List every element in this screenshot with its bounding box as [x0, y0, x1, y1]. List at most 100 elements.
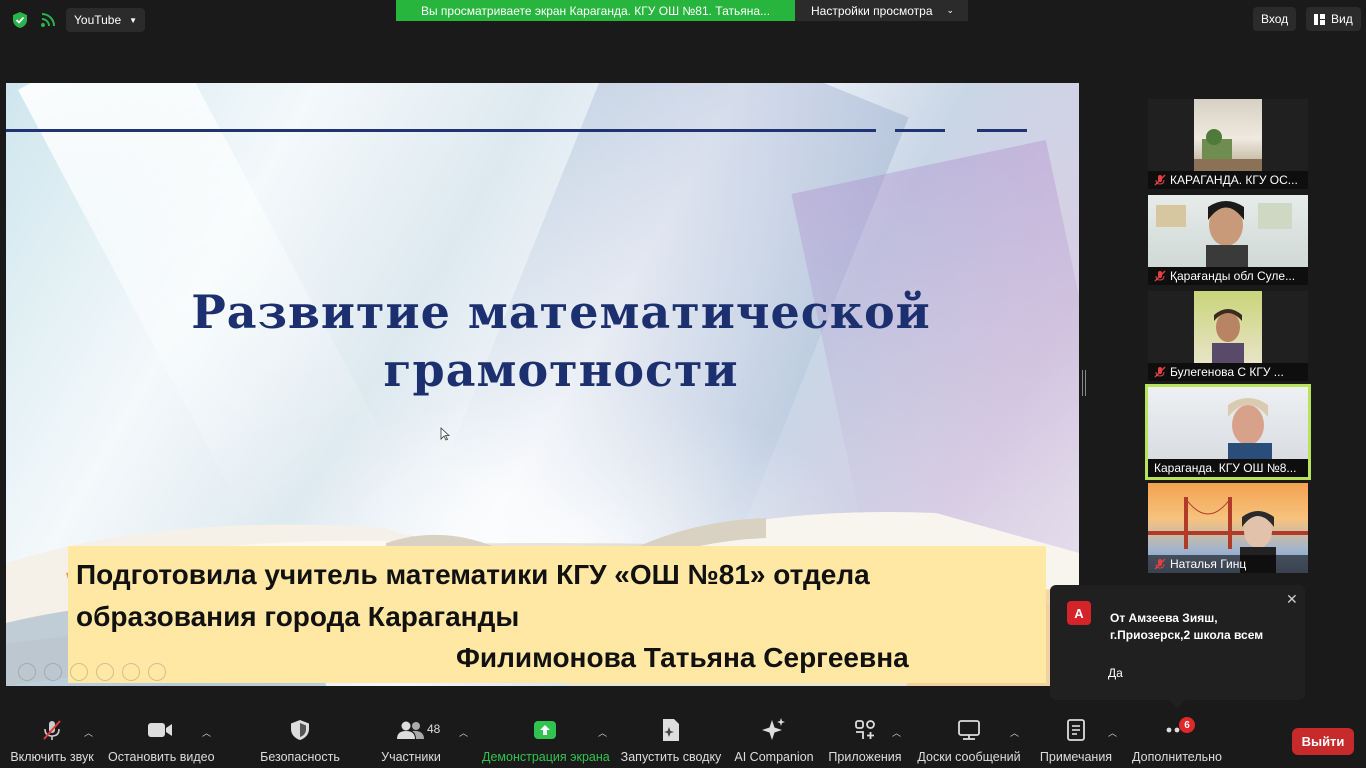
apps-button[interactable]: Приложения: [828, 718, 902, 764]
slide-divider-line: [6, 129, 876, 132]
close-icon[interactable]: ✕: [1286, 591, 1298, 608]
view-settings-label: Настройки просмотра: [811, 3, 933, 18]
ai-sparkle-icon: [762, 718, 785, 740]
slide-tool-icon[interactable]: [44, 663, 62, 681]
participant-name: Булегенова С КГУ ...: [1170, 365, 1284, 379]
participant-name-bar: Қарағанды обл Суле...: [1148, 267, 1308, 285]
ai-companion-label: AI Companion: [734, 750, 814, 764]
slide-title-line1: Развитие математической: [191, 285, 931, 339]
top-bar: YouTube ▼ Вы просматриваете экран Карага…: [0, 0, 1366, 40]
unmute-button[interactable]: Включить звук: [10, 718, 94, 764]
notes-button[interactable]: Примечания: [1038, 718, 1114, 764]
chevron-up-icon[interactable]: ︿: [202, 726, 211, 739]
participant-video: [1148, 387, 1308, 459]
participants-count: 48: [427, 722, 441, 736]
participant-tile-active-speaker[interactable]: Караганда. КГУ ОШ №8...: [1145, 384, 1311, 480]
slide-divider-line: [977, 129, 1027, 132]
sender-avatar: А: [1067, 601, 1091, 625]
chat-message: Да: [1108, 666, 1123, 680]
mic-muted-icon: [1154, 174, 1166, 186]
chevron-up-icon[interactable]: ︿: [84, 726, 93, 739]
participant-name: КАРАГАНДА. КГУ ОС...: [1170, 173, 1298, 187]
participant-video: [1194, 99, 1262, 171]
video-camera-icon: [148, 723, 172, 737]
grid-view-icon: [1314, 13, 1325, 25]
view-label: Вид: [1331, 12, 1353, 26]
whiteboards-button[interactable]: Доски сообщений: [916, 718, 1022, 764]
share-screen-button[interactable]: Демонстрация экрана: [482, 718, 610, 764]
youtube-label: YouTube: [74, 13, 122, 27]
chevron-up-icon[interactable]: ︿: [1108, 726, 1117, 739]
leave-button[interactable]: Выйти: [1292, 728, 1354, 755]
stats-signal-icon[interactable]: [37, 9, 59, 31]
participant-name-bar: КАРАГАНДА. КГУ ОС...: [1148, 171, 1308, 189]
slide-toolbar: [18, 663, 166, 681]
shield-icon: [291, 720, 309, 740]
participant-name-bar: Наталья Гинц: [1148, 555, 1308, 573]
slide-title: Развитие математической грамотности: [6, 283, 1079, 399]
participant-name: Караганда. КГУ ОШ №8...: [1154, 461, 1297, 475]
mic-muted-icon: [43, 720, 61, 740]
chevron-down-icon: ⌄: [946, 5, 954, 15]
mouse-cursor-icon: [440, 427, 450, 441]
caret-down-icon: ▼: [129, 15, 138, 25]
slide-tool-icon[interactable]: [96, 663, 114, 681]
participant-name-bar: Булегенова С КГУ ...: [1148, 363, 1308, 381]
mic-muted-icon: [1154, 558, 1166, 570]
security-label: Безопасность: [260, 750, 340, 764]
participant-name-bar: Караганда. КГУ ОШ №8...: [1148, 459, 1308, 477]
slide-tool-icon[interactable]: [70, 663, 88, 681]
chevron-up-icon[interactable]: ︿: [892, 726, 901, 739]
apps-label: Приложения: [828, 750, 902, 764]
notification-badge: 6: [1179, 717, 1195, 733]
notes-label: Примечания: [1039, 750, 1113, 764]
more-button[interactable]: Дополнительно: [1130, 718, 1224, 764]
enter-button[interactable]: Вход: [1253, 7, 1297, 31]
view-button[interactable]: Вид: [1306, 7, 1361, 31]
slide-title-line2: грамотности: [383, 343, 739, 397]
participant-video: [1194, 291, 1262, 363]
youtube-button[interactable]: YouTube ▼: [66, 8, 146, 32]
stop-video-button[interactable]: Остановить видео: [108, 718, 215, 764]
security-button[interactable]: Безопасность: [258, 718, 342, 764]
slide-tool-icon[interactable]: [18, 663, 36, 681]
slide-caption-author: Подготовила учитель математики КГУ «ОШ №…: [76, 559, 870, 632]
notification-pointer: [1168, 699, 1186, 708]
share-screen-icon: [534, 721, 556, 739]
participant-video: [1148, 195, 1308, 267]
notes-icon: [1067, 719, 1085, 741]
apps-icon: [855, 720, 875, 739]
chat-notification[interactable]: А От Амзеева Зияш, г.Приозерск,2 школа в…: [1050, 585, 1305, 700]
meeting-toolbar: Включить звук ︿ Остановить видео ︿ Безоп…: [0, 712, 1366, 768]
chevron-up-icon[interactable]: ︿: [459, 726, 468, 739]
panel-resize-handle[interactable]: [1082, 370, 1086, 396]
slide-tool-icon[interactable]: [148, 663, 166, 681]
summary-document-icon: [663, 719, 679, 741]
share-screen-label: Демонстрация экрана: [482, 750, 610, 764]
whiteboards-label: Доски сообщений: [917, 750, 1021, 764]
more-label: Дополнительно: [1132, 750, 1222, 764]
participant-name: Қарағанды обл Суле...: [1170, 269, 1296, 283]
start-summary-label: Запустить сводку: [620, 750, 722, 764]
slide-divider-line: [895, 129, 945, 132]
slide-caption-box: Подготовила учитель математики КГУ «ОШ №…: [68, 546, 1046, 683]
participant-tile[interactable]: Булегенова С КГУ ...: [1148, 291, 1308, 381]
start-summary-button[interactable]: Запустить сводку: [620, 718, 722, 764]
whiteboard-icon: [958, 720, 980, 740]
enter-label: Вход: [1261, 12, 1289, 26]
shared-screen[interactable]: Развитие математической грамотности Подг…: [6, 83, 1079, 686]
participant-tile[interactable]: Қарағанды обл Суле...: [1148, 195, 1308, 285]
slide-tool-icon[interactable]: [122, 663, 140, 681]
chevron-up-icon[interactable]: ︿: [1010, 726, 1019, 739]
participant-tile[interactable]: Наталья Гинц: [1148, 483, 1308, 573]
participant-name: Наталья Гинц: [1170, 557, 1247, 571]
participants-label: Участники: [381, 750, 441, 764]
unmute-label: Включить звук: [10, 750, 94, 764]
slide-caption-name: Филимонова Татьяна Сергеевна: [456, 642, 909, 673]
shield-check-icon[interactable]: [9, 9, 31, 31]
chevron-up-icon[interactable]: ︿: [598, 726, 607, 739]
ai-companion-button[interactable]: AI Companion: [733, 718, 815, 764]
screen-share-banner: Вы просматриваете экран Караганда. КГУ О…: [396, 0, 795, 21]
participant-tile[interactable]: КАРАГАНДА. КГУ ОС...: [1148, 99, 1308, 189]
view-settings-button[interactable]: Настройки просмотра ⌄: [795, 0, 968, 21]
